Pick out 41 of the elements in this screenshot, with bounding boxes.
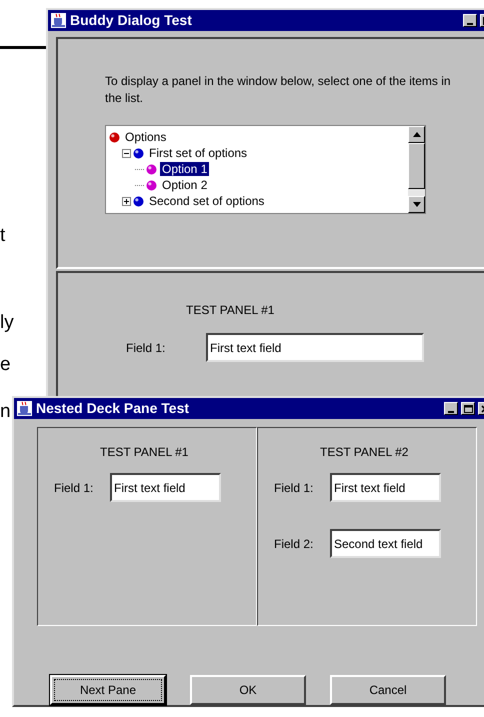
panel-title: TEST PANEL #2 — [320, 444, 408, 461]
expand-icon[interactable] — [122, 196, 131, 206]
text-field[interactable]: Second text field — [330, 529, 441, 558]
dialog-button[interactable]: Cancel — [330, 675, 446, 705]
text-field[interactable]: First text field — [206, 333, 424, 362]
maximize-button[interactable] — [461, 402, 475, 415]
collapse-icon[interactable] — [122, 148, 131, 158]
instruction-text: To display a panel in the window below, select one of the items in the list. — [105, 73, 452, 107]
panel-title: TEST PANEL #1 — [100, 444, 188, 461]
window-title: Buddy Dialog Test — [70, 11, 193, 30]
down-arrow-icon — [412, 202, 420, 207]
dialog-button[interactable]: OK — [190, 675, 306, 705]
document-text: ly — [0, 313, 14, 332]
cup-icon — [50, 12, 67, 29]
tree-list[interactable]: Options First set of options Option 1 Option 2 Second set of options — [105, 125, 426, 214]
scroll-thumb[interactable] — [408, 143, 425, 189]
tree-item[interactable]: Options — [123, 130, 168, 144]
horizontal-rule — [0, 46, 46, 49]
up-arrow-icon — [412, 132, 420, 137]
cup-icon — [16, 400, 33, 417]
text-field[interactable]: First text field — [110, 473, 221, 502]
minimize-button[interactable] — [463, 14, 477, 27]
document-text: n — [0, 402, 11, 421]
text-field[interactable]: First text field — [330, 473, 441, 502]
field-label: Field 2: — [274, 536, 314, 552]
document-text: e — [0, 355, 11, 374]
field-label: Field 1: — [54, 480, 94, 496]
dialog-button[interactable]: Next Pane — [50, 675, 166, 705]
field-label: Field 1: — [126, 340, 166, 356]
document-text: t — [0, 226, 6, 245]
panel-title: TEST PANEL #1 — [186, 302, 274, 319]
tree-item[interactable]: First set of options — [147, 146, 250, 160]
tree-item[interactable]: Option 2 — [160, 178, 210, 192]
field-label: Field 1: — [274, 480, 314, 496]
window-title: Nested Deck Pane Test — [36, 399, 190, 418]
minimize-button[interactable] — [444, 402, 458, 415]
scroll-up-button[interactable] — [408, 126, 425, 143]
tree-item[interactable]: Option 1 — [160, 162, 210, 176]
scrollbar[interactable] — [408, 126, 425, 213]
scroll-down-button[interactable] — [408, 196, 425, 213]
tree-item[interactable]: Second set of options — [147, 194, 266, 208]
